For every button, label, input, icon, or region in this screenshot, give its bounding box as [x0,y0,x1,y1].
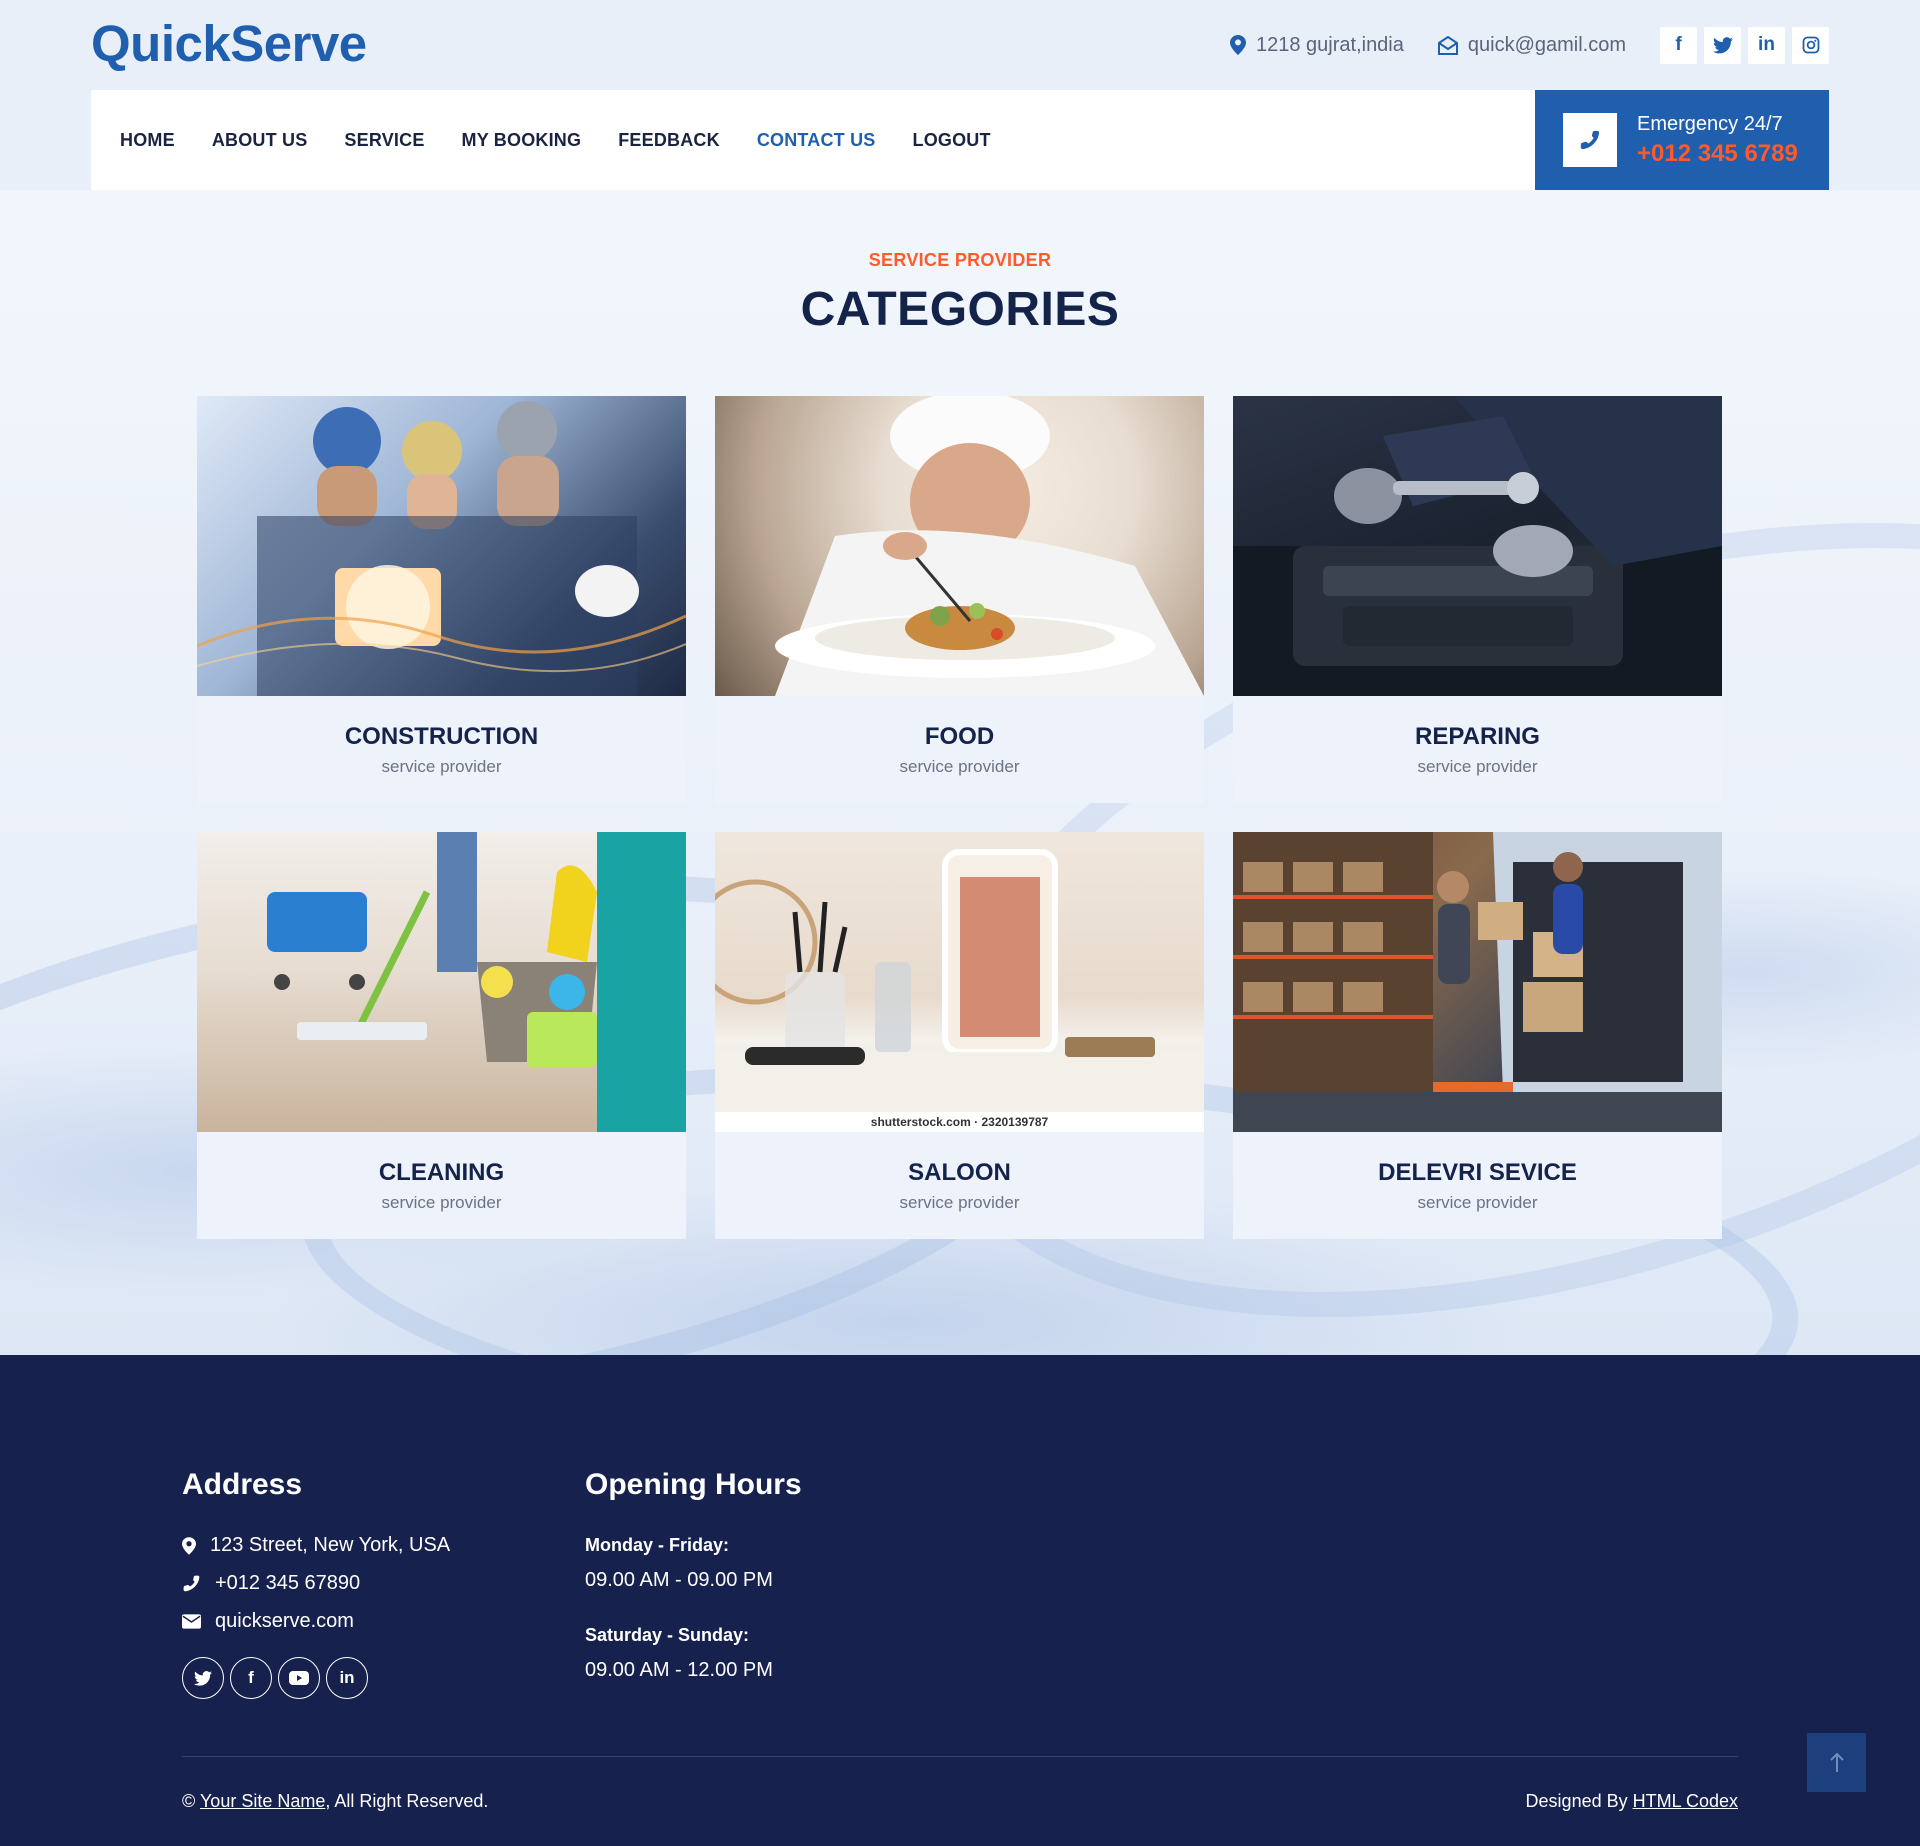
top-header: QuickServe 1218 gujrat,india quick@gamil… [0,0,1920,190]
category-subtitle: service provider [381,757,502,776]
category-subtitle: service provider [899,1193,1020,1212]
facebook-icon[interactable]: f [1660,26,1697,64]
copyright-suffix: , All Right Reserved. [325,1791,489,1811]
copyright: © Your Site Name, All Right Reserved. [182,1791,488,1812]
category-card-food[interactable]: FOOD service provider [715,396,1204,803]
nav-logout[interactable]: LOGOUT [913,130,991,151]
envelope-open-icon [1437,35,1458,55]
email-item: quick@gamil.com [1437,34,1626,57]
emergency-phone[interactable]: +012 345 6789 [1637,140,1798,168]
weekday-label: Monday - Friday: [585,1535,730,1555]
contact-row: 1218 gujrat,india quick@gamil.com f in [1229,26,1829,64]
category-title: FOOD [924,723,995,750]
footer-socials: f in [182,1657,368,1699]
weekday-hours: 09.00 AM - 09.00 PM [585,1569,773,1591]
footer-divider [182,1756,1738,1757]
footer-hours-title: Opening Hours [585,1468,802,1501]
salon-station-photo: shutterstock.com · 2320139787 [715,832,1204,1132]
section-title: CATEGORIES [800,283,1120,336]
categories-section: SERVICE PROVIDER CATEGORIES CONSTRUCTION… [0,190,1920,1355]
arrow-up-icon [1829,1752,1844,1772]
address-item: 1218 gujrat,india [1229,33,1404,57]
twitter-icon[interactable] [182,1657,224,1699]
footer-phone: +012 345 67890 [182,1572,360,1595]
phone-icon [183,1575,200,1592]
twitter-icon[interactable] [1704,26,1741,64]
phone-icon [1563,113,1617,167]
nav-service[interactable]: SERVICE [344,130,424,151]
emergency-label: Emergency 24/7 [1637,112,1783,135]
section-eyebrow: SERVICE PROVIDER [868,250,1052,270]
category-grid: CONSTRUCTION service provider FOOD servi… [197,396,1723,1239]
designer-link[interactable]: HTML Codex [1633,1791,1738,1811]
envelope-icon [182,1614,201,1629]
category-card-saloon[interactable]: shutterstock.com · 2320139787 SALOON ser… [715,832,1204,1239]
nav-links: HOME ABOUT US SERVICE MY BOOKING FEEDBAC… [91,130,1028,151]
weekend-hours: 09.00 AM - 12.00 PM [585,1659,773,1681]
nav-home[interactable]: HOME [120,130,175,151]
nav-feedback[interactable]: FEEDBACK [618,130,720,151]
site-footer: Address 123 Street, New York, USA +012 3… [0,1355,1920,1846]
footer-street: 123 Street, New York, USA [182,1534,450,1557]
linkedin-icon[interactable]: in [326,1657,368,1699]
map-pin-icon [182,1536,196,1555]
site-logo[interactable]: QuickServe [91,14,367,73]
header-socials: f in [1660,26,1829,64]
delivery-van-photo [1233,832,1722,1132]
chef-plating-photo [715,396,1204,696]
category-title: SALOON [908,1159,1011,1186]
back-to-top-button[interactable] [1807,1733,1866,1792]
footer-email: quickserve.com [182,1610,354,1633]
engine-repair-photo [1233,396,1722,696]
email-text[interactable]: quick@gamil.com [1468,34,1626,57]
category-card-construction[interactable]: CONSTRUCTION service provider [197,396,686,803]
footer-phone-text[interactable]: +012 345 67890 [215,1572,360,1595]
instagram-icon[interactable] [1792,26,1829,64]
category-subtitle: service provider [381,1193,502,1212]
facebook-icon[interactable]: f [230,1657,272,1699]
designed-by-label: Designed By [1525,1791,1628,1811]
address-text: 1218 gujrat,india [1255,33,1404,56]
copyright-symbol: © [182,1791,196,1811]
nav-contact-us[interactable]: CONTACT US [757,130,876,151]
site-name-link[interactable]: Your Site Name [200,1791,325,1811]
category-card-reparing[interactable]: REPARING service provider [1233,396,1722,803]
category-card-delivery[interactable]: DELEVRI SEVICE service provider [1233,832,1722,1239]
cleaning-supplies-photo [197,832,686,1132]
footer-email-text[interactable]: quickserve.com [215,1610,354,1633]
category-title: CLEANING [378,1159,505,1186]
category-subtitle: service provider [1417,1193,1538,1212]
nav-my-booking[interactable]: MY BOOKING [462,130,582,151]
category-subtitle: service provider [899,757,1020,776]
linkedin-icon[interactable]: in [1748,26,1785,64]
category-title: DELEVRI SEVICE [1378,1159,1577,1186]
footer-address-title: Address [182,1468,303,1501]
category-title: REPARING [1415,723,1540,750]
main-navbar: HOME ABOUT US SERVICE MY BOOKING FEEDBAC… [91,90,1829,190]
category-subtitle: service provider [1417,757,1538,776]
youtube-icon[interactable] [278,1657,320,1699]
footer-street-text: 123 Street, New York, USA [210,1534,451,1556]
category-card-cleaning[interactable]: CLEANING service provider [197,832,686,1239]
weekend-label: Saturday - Sunday: [585,1625,750,1645]
image-watermark: shutterstock.com · 2320139787 [715,1112,1204,1132]
category-title: CONSTRUCTION [344,723,539,750]
construction-workers-photo [197,396,686,696]
map-pin-icon [1229,35,1246,55]
nav-about-us[interactable]: ABOUT US [212,130,308,151]
designed-by: Designed By HTML Codex [1526,1791,1738,1812]
emergency-box[interactable]: Emergency 24/7 +012 345 6789 [1535,90,1829,190]
